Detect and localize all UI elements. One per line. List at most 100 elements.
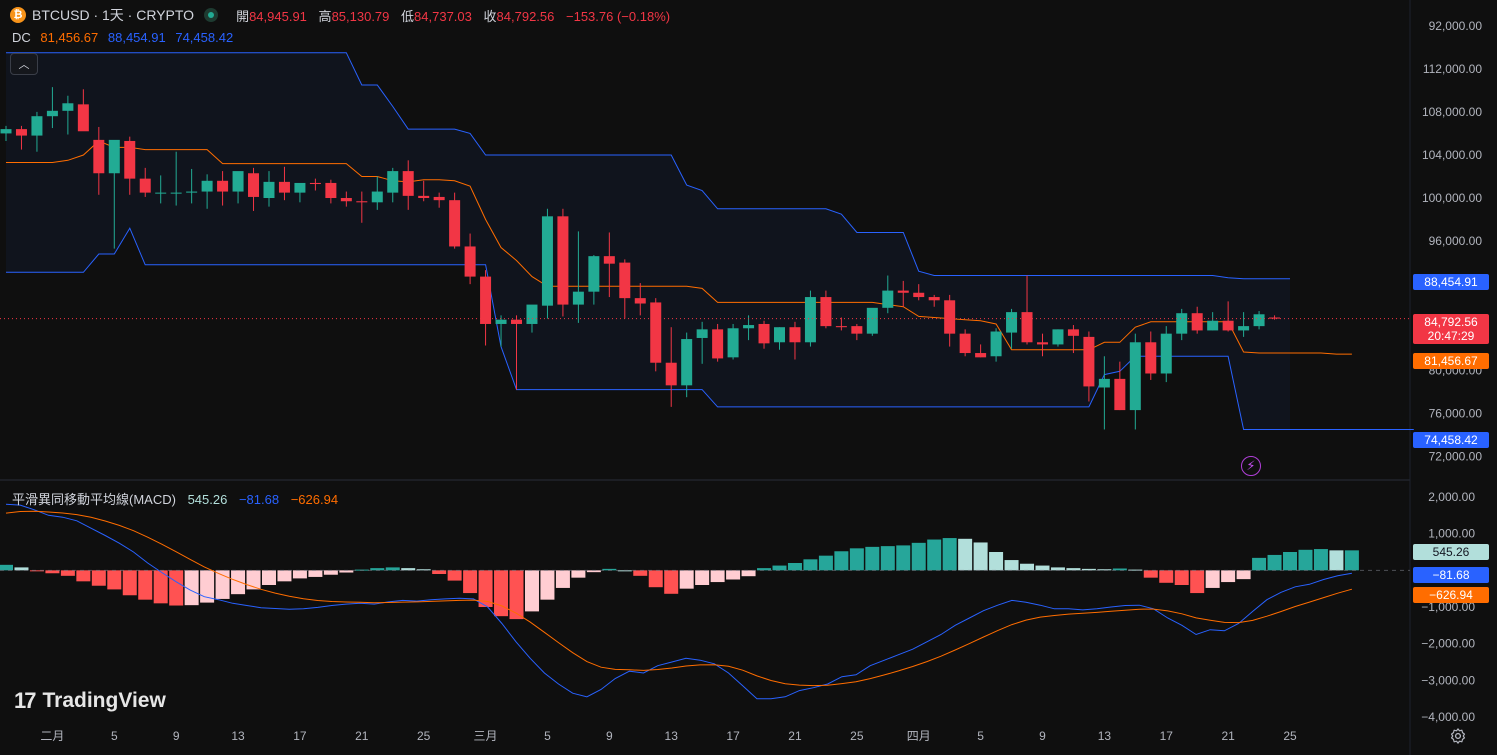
- macd-hist-bar: [896, 545, 911, 571]
- open-value: 84,945.91: [249, 8, 307, 24]
- macd-hist-bar: [1020, 563, 1035, 571]
- macd-hist-bar: [1313, 549, 1328, 571]
- time-tick-label: 9: [1039, 729, 1046, 743]
- candle-body: [882, 290, 894, 308]
- tradingview-mark: 17: [14, 688, 37, 713]
- macd-hist-bar: [958, 538, 973, 571]
- candle-body: [62, 103, 74, 111]
- time-tick-label: 5: [977, 729, 984, 743]
- time-tick-label: 9: [606, 729, 613, 743]
- candle: [866, 307, 878, 336]
- candle-body: [1160, 333, 1172, 374]
- candle: [449, 192, 461, 249]
- candle-body: [866, 307, 878, 334]
- candle-body: [603, 256, 615, 264]
- candle-body: [77, 104, 89, 132]
- candle-body: [0, 129, 12, 134]
- candle-body: [959, 333, 971, 354]
- candle-body: [294, 182, 306, 193]
- symbol-title[interactable]: BTCUSD · 1天 · CRYPTO: [32, 5, 194, 25]
- macd-hist-bar: [834, 551, 849, 571]
- macd-hist-bar: [633, 570, 648, 576]
- candle-body: [93, 139, 105, 174]
- macd-legend[interactable]: 平滑異同移動平均線(MACD) 545.26 −81.68 −626.94: [12, 489, 338, 508]
- candle-body: [944, 300, 956, 334]
- macd-tick-label: −2,000.00: [1421, 637, 1475, 651]
- candle-body: [108, 139, 120, 174]
- candle-body: [511, 319, 523, 324]
- time-tick-label: 三月: [474, 729, 498, 743]
- dc-label: DC: [12, 30, 31, 45]
- candle-body: [743, 325, 755, 329]
- macd-hist-bar: [1236, 570, 1251, 580]
- time-tick-label: 25: [1283, 729, 1297, 743]
- time-tick-label: 13: [1098, 729, 1112, 743]
- macd-signal-badge: −626.94: [1413, 587, 1489, 603]
- dc-mid-value: 81,456.67: [40, 30, 99, 45]
- macd-hist-bar: [1159, 570, 1174, 583]
- candle-body: [1052, 329, 1064, 345]
- macd-hist-bar: [726, 570, 741, 580]
- tradingview-logo[interactable]: 17 TradingView: [14, 688, 166, 714]
- price-tick-label: 92,000.00: [1429, 19, 1483, 33]
- macd-hist-badge: 545.26: [1413, 544, 1489, 560]
- candle-body: [1191, 313, 1203, 331]
- countdown-value: 20:47:29: [1427, 329, 1475, 343]
- macd-hist-bar: [509, 570, 524, 620]
- price-tick-label: 96,000.00: [1429, 234, 1483, 248]
- macd-hist-bar: [1329, 550, 1344, 571]
- symbol-header[interactable]: ₿ BTCUSD · 1天 · CRYPTO 開84,945.91 高85,13…: [10, 6, 678, 24]
- candle-body: [1269, 317, 1281, 319]
- dc-lower-badge: 74,458.42: [1413, 432, 1489, 448]
- candle-body: [402, 171, 414, 196]
- candle-body: [1098, 378, 1110, 388]
- chart-canvas[interactable]: 72,000.0076,000.0080,000.0096,000.00100,…: [0, 0, 1497, 755]
- dc-legend[interactable]: DC 81,456.67 88,454.91 74,458.42: [12, 30, 233, 45]
- open-label: 開: [236, 8, 250, 24]
- candle-body: [1253, 314, 1265, 327]
- macd-hist-bar: [261, 570, 276, 585]
- time-tick-label: 13: [665, 729, 679, 743]
- time-tick-label: 17: [726, 729, 740, 743]
- candle-body: [650, 302, 662, 363]
- candle: [804, 290, 816, 347]
- candle-body: [541, 216, 553, 306]
- dc-band-fill: [6, 52, 1290, 430]
- price-tick-label: 112,000.00: [1423, 62, 1482, 76]
- time-tick-label: 25: [417, 729, 431, 743]
- candle: [650, 298, 662, 372]
- gear-icon[interactable]: [1449, 727, 1467, 745]
- candle-body: [325, 182, 337, 199]
- candle-body: [588, 256, 600, 292]
- macd-hist-bar: [60, 570, 75, 576]
- ohlc-values: 開84,945.91 高85,130.79 低84,737.03 收84,792…: [236, 6, 678, 25]
- time-tick-label: 5: [544, 729, 551, 743]
- candle-body: [31, 116, 43, 136]
- collapse-icon: ︿: [18, 59, 30, 71]
- time-tick-label: 21: [355, 729, 369, 743]
- macd-hist-bar: [0, 564, 13, 571]
- candle-body: [572, 291, 584, 305]
- candle-body: [340, 198, 352, 202]
- time-tick-label: 四月: [907, 729, 931, 743]
- lightning-icon[interactable]: ⚡: [1241, 456, 1261, 476]
- macd-hist-bar: [648, 570, 663, 588]
- macd-hist-bar: [231, 570, 246, 595]
- candle-body: [1222, 320, 1234, 331]
- candle-body: [1207, 320, 1219, 331]
- macd-tick-label: 1,000.00: [1428, 527, 1475, 541]
- macd-hist-bar: [76, 570, 91, 582]
- macd-line-badge: −81.68: [1413, 567, 1489, 583]
- candle-body: [634, 298, 646, 304]
- candle-body: [1238, 326, 1250, 331]
- macd-hist-bar: [169, 570, 184, 606]
- macd-hist-bar: [494, 570, 509, 617]
- candle-body: [1006, 312, 1018, 333]
- macd-hist-bar: [1174, 570, 1189, 585]
- candle-body: [1036, 342, 1048, 345]
- candle-body: [433, 196, 445, 201]
- candle-body: [851, 326, 863, 334]
- collapse-legend-button[interactable]: ︿: [10, 53, 38, 75]
- macd-hist-bar: [122, 570, 137, 596]
- live-icon: [204, 8, 219, 22]
